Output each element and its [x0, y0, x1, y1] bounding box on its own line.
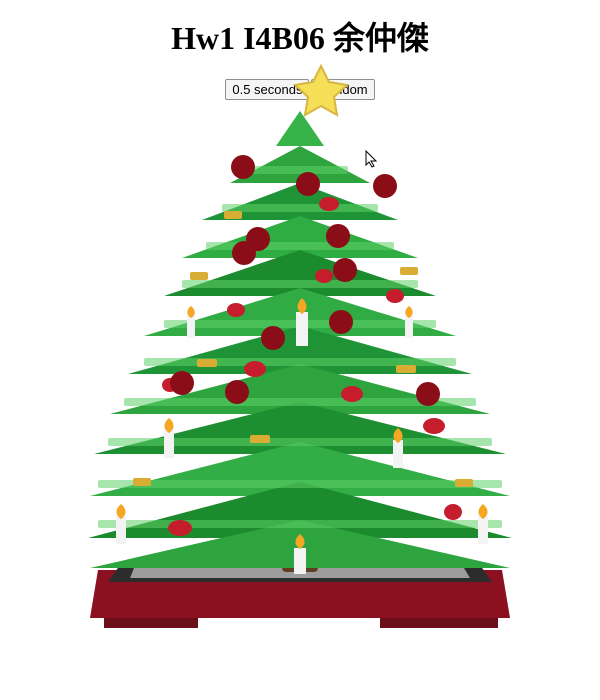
page-title: Hw1 I4B06 余仲傑	[171, 20, 429, 56]
tree-svg	[88, 63, 512, 628]
christmas-tree-image	[80, 58, 520, 648]
tree-star	[292, 63, 350, 117]
tree-base	[90, 565, 510, 628]
